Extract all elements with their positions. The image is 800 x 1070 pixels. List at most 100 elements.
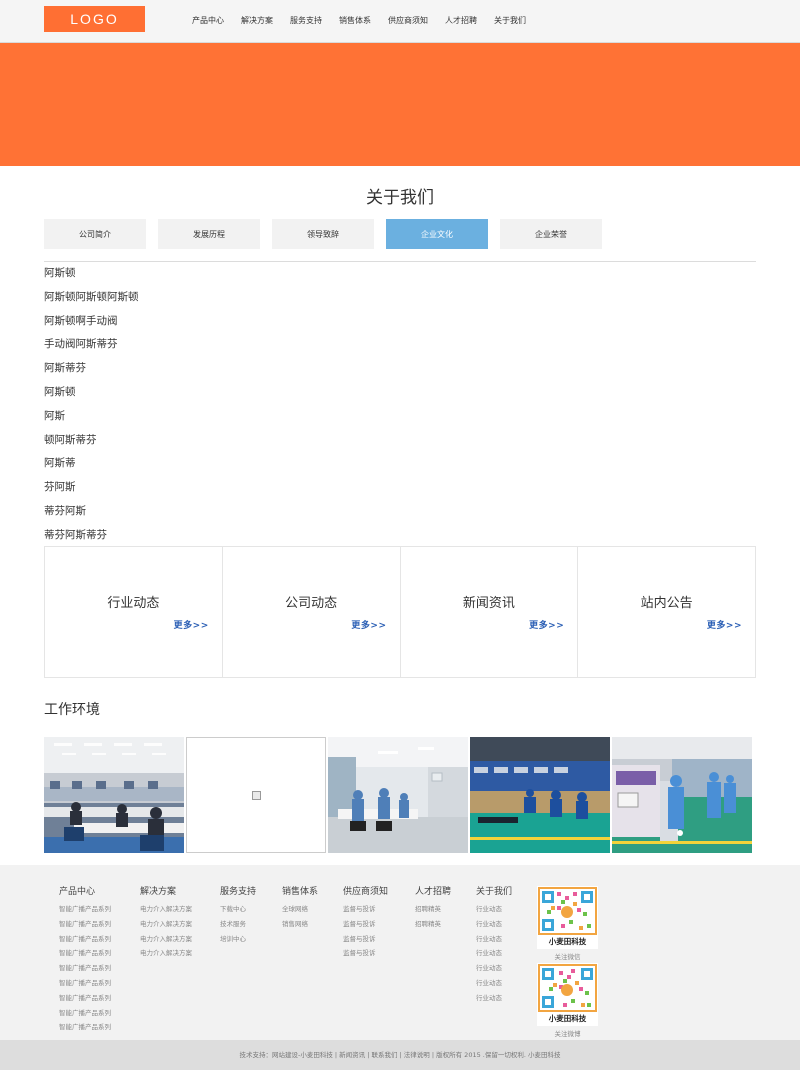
nav-item-solutions[interactable]: 解决方案 (241, 15, 273, 26)
footer-link[interactable]: 监督与投诉 (343, 947, 388, 962)
cleanroom-photo[interactable] (328, 737, 468, 853)
footer-column-title[interactable]: 关于我们 (476, 884, 512, 897)
footer-column-title[interactable]: 销售体系 (282, 884, 318, 897)
list-item: 芬阿斯 (44, 481, 76, 494)
footer-link[interactable]: 智能广播产品系列 (59, 992, 111, 1007)
more-link[interactable]: 更多>> (351, 618, 386, 631)
footer-link[interactable]: 监督与投诉 (343, 903, 388, 918)
footer-link[interactable]: 监督与投诉 (343, 918, 388, 933)
footer-column-solutions: 解决方案 电力介入解决方案 电力介入解决方案 电力介入解决方案 电力介入解决方案 (140, 884, 192, 962)
footer-column-title[interactable]: 供应商须知 (343, 884, 388, 897)
footer-column-title[interactable]: 产品中心 (59, 884, 111, 897)
tab-leadership[interactable]: 领导致辞 (272, 219, 374, 249)
qr-caption: 关注微信 (554, 953, 581, 961)
footer-link[interactable]: 招聘精英 (415, 903, 451, 918)
news-box-news: 新闻资讯 更多>> (401, 547, 579, 677)
footer-column-suppliers: 供应商须知 监督与投诉 监督与投诉 监督与投诉 监督与投诉 (343, 884, 388, 962)
tab-company-profile[interactable]: 公司简介 (44, 219, 146, 249)
footer-column-title[interactable]: 人才招聘 (415, 884, 451, 897)
broken-image-icon (251, 790, 261, 800)
footer-link[interactable]: 智能广播产品系列 (59, 947, 111, 962)
hero-banner (0, 43, 800, 166)
site-footer: 产品中心 智能广播产品系列 智能广播产品系列 智能广播产品系列 智能广播产品系列… (0, 865, 800, 1040)
footer-link[interactable]: 电力介入解决方案 (140, 918, 192, 933)
footer-column-products: 产品中心 智能广播产品系列 智能广播产品系列 智能广播产品系列 智能广播产品系列… (59, 884, 111, 1036)
broken-image[interactable] (186, 737, 326, 853)
footer-link[interactable]: 电力介入解决方案 (140, 903, 192, 918)
footer-link[interactable]: 下载中心 (220, 903, 256, 918)
nav-item-support[interactable]: 服务支持 (290, 15, 322, 26)
list-item: 阿斯蒂芬 (44, 362, 86, 375)
footer-column-title[interactable]: 服务支持 (220, 884, 256, 897)
nav-item-suppliers[interactable]: 供应商须知 (388, 15, 428, 26)
footer-link[interactable]: 智能广播产品系列 (59, 1007, 111, 1022)
footer-link[interactable]: 智能广播产品系列 (59, 962, 111, 977)
news-box-title: 行业动态 (107, 596, 160, 611)
about-tabs: 公司简介 发展历程 领导致辞 企业文化 企业荣誉 (44, 219, 602, 249)
news-box-announcements: 站内公告 更多>> (578, 547, 755, 677)
nav-item-products[interactable]: 产品中心 (192, 15, 224, 26)
list-item: 顿阿斯蒂芬 (44, 433, 97, 446)
news-box-title: 站内公告 (640, 596, 693, 611)
nav-item-sales[interactable]: 销售体系 (339, 15, 371, 26)
weibo-qr-code[interactable]: 小麦田科技 (537, 963, 598, 1026)
footer-link[interactable]: 智能广播产品系列 (59, 903, 111, 918)
list-item: 阿斯顿 (44, 385, 76, 398)
more-link[interactable]: 更多>> (174, 618, 209, 631)
footer-link[interactable]: 智能广播产品系列 (59, 977, 111, 992)
footer-column-about: 关于我们 行业动态 行业动态 行业动态 行业动态 行业动态 行业动态 行业动态 (476, 884, 512, 1007)
more-link[interactable]: 更多>> (707, 618, 742, 631)
office-photo[interactable] (44, 737, 184, 853)
footer-link[interactable]: 智能广播产品系列 (59, 1021, 111, 1036)
list-item: 阿斯 (44, 409, 65, 422)
wechat-qr-code[interactable]: 小麦田科技 (537, 886, 598, 949)
footer-link[interactable]: 电力介入解决方案 (140, 933, 192, 948)
footer-link[interactable]: 全球网络 (282, 903, 318, 918)
footer-link[interactable]: 行业动态 (476, 947, 512, 962)
footer-link[interactable]: 行业动态 (476, 992, 512, 1007)
footer-link[interactable]: 电力介入解决方案 (140, 947, 192, 962)
tab-history[interactable]: 发展历程 (158, 219, 260, 249)
footer-link[interactable]: 行业动态 (476, 918, 512, 933)
footer-link[interactable]: 监督与投诉 (343, 933, 388, 948)
footer-link[interactable]: 招聘精英 (415, 918, 451, 933)
list-item: 手动阀阿斯蒂芬 (44, 338, 118, 351)
list-item: 阿斯顿阿斯顿阿斯顿 (44, 290, 139, 303)
tab-culture[interactable]: 企业文化 (386, 219, 488, 249)
logo[interactable]: LOGO (44, 6, 145, 32)
footer-link[interactable]: 培训中心 (220, 933, 256, 948)
nav-item-careers[interactable]: 人才招聘 (445, 15, 477, 26)
list-item: 阿斯顿啊手动阀 (44, 314, 118, 327)
footer-link[interactable]: 智能广播产品系列 (59, 918, 111, 933)
footer-link[interactable]: 行业动态 (476, 977, 512, 992)
footer-link[interactable]: 行业动态 (476, 962, 512, 977)
more-link[interactable]: 更多>> (529, 618, 564, 631)
footer-column-careers: 人才招聘 招聘精英 招聘精英 (415, 884, 451, 933)
footer-link[interactable]: 行业动态 (476, 933, 512, 948)
footer-column-sales: 销售体系 全球网络 销售网络 (282, 884, 318, 933)
main-nav: 产品中心 解决方案 服务支持 销售体系 供应商须知 人才招聘 关于我们 (184, 15, 526, 26)
section-title-environment: 工作环境 (44, 702, 100, 718)
site-header: LOGO 产品中心 解决方案 服务支持 销售体系 供应商须知 人才招聘 关于我们 (0, 0, 800, 43)
news-box-title: 新闻资讯 (462, 596, 515, 611)
tab-honors[interactable]: 企业荣誉 (500, 219, 602, 249)
list-item: 阿斯蒂 (44, 457, 76, 470)
page-title: 关于我们 (366, 188, 434, 208)
assembly-line-photo[interactable] (470, 737, 610, 853)
footer-link[interactable]: 销售网络 (282, 918, 318, 933)
footer-link[interactable]: 技术服务 (220, 918, 256, 933)
list-item: 阿斯顿 (44, 267, 76, 279)
news-box-company: 公司动态 更多>> (223, 547, 401, 677)
news-box-industry: 行业动态 更多>> (45, 547, 223, 677)
qr-label: 小麦田科技 (548, 1014, 587, 1023)
footer-column-title[interactable]: 解决方案 (140, 884, 192, 897)
footer-link[interactable]: 行业动态 (476, 903, 512, 918)
divider (44, 261, 756, 262)
footer-link[interactable]: 智能广播产品系列 (59, 933, 111, 948)
machinery-photo[interactable] (612, 737, 752, 853)
qr-caption: 关注微博 (554, 1030, 581, 1038)
copyright-bar: 技术支持：网站建设-小麦田科技 | 新闻资讯 | 联系我们 | 法律说明 | 版… (0, 1040, 800, 1070)
photo-gallery (44, 737, 752, 853)
nav-item-about[interactable]: 关于我们 (494, 15, 526, 26)
qr-codes: 小麦田科技 关注微信 小麦田科技 关注微博 (537, 886, 598, 1038)
